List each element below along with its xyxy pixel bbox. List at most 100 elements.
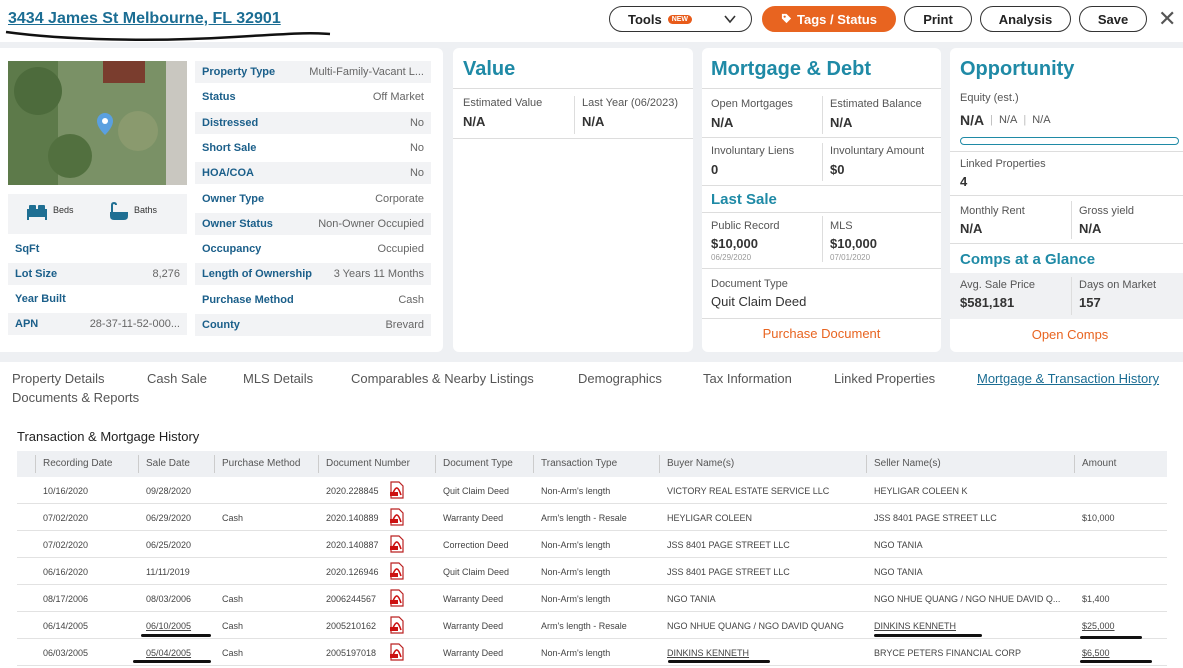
table-cell: 09/28/2020 — [146, 486, 192, 496]
estimated-value: N/A — [463, 114, 486, 129]
summary-row: Short Sale No — [195, 137, 431, 159]
table-cell: Arm's length - Resale — [541, 621, 627, 631]
pdf-icon[interactable] — [388, 589, 406, 607]
detail-tabs: Property Details Cash Sale MLS Details C… — [0, 362, 1183, 414]
pdf-icon[interactable] — [388, 481, 406, 499]
divider — [702, 88, 941, 89]
tab-tax-information[interactable]: Tax Information — [703, 371, 792, 386]
table-cell: NGO NHUE QUANG / NGO NHUE DAVID Q... — [874, 594, 1061, 604]
table-cell: Non-Arm's length — [541, 540, 611, 550]
column-header[interactable]: Buyer Name(s) — [667, 458, 734, 469]
underline-mark — [668, 660, 770, 663]
summary-value: Non-Owner Occupied — [318, 217, 424, 230]
divider — [453, 88, 693, 89]
print-button[interactable]: Print — [904, 6, 972, 32]
column-header[interactable]: Amount — [1082, 458, 1116, 469]
save-button[interactable]: Save — [1079, 6, 1147, 32]
monthly-rent-value: N/A — [960, 221, 983, 236]
divider — [574, 96, 575, 134]
summary-value: 28-37-11-52-000... — [89, 318, 180, 330]
separator: | — [990, 114, 993, 126]
table-cell: 08/17/2006 — [43, 594, 89, 604]
value-title: Value — [463, 58, 516, 80]
table-cell: Quit Claim Deed — [443, 486, 510, 496]
tab-linked-properties[interactable]: Linked Properties — [834, 371, 935, 386]
divider — [702, 212, 941, 213]
tab-property-details[interactable]: Property Details — [12, 371, 104, 386]
summary-key: Owner Status — [202, 217, 273, 230]
table-cell: Warranty Deed — [443, 594, 504, 604]
document-type-label: Document Type — [711, 278, 788, 290]
tab-mls-details[interactable]: MLS Details — [243, 371, 313, 386]
summary-row: Status Off Market — [195, 86, 431, 108]
table-row[interactable]: 07/02/2020 06/29/2020 Cash 2020.140889 Warra… — [17, 504, 1167, 531]
public-record-label: Public Record — [711, 220, 780, 232]
divider — [822, 96, 823, 134]
column-separator — [866, 455, 867, 473]
table-cell: 06/25/2020 — [146, 540, 192, 550]
beds-label: Beds — [53, 205, 74, 215]
column-header[interactable]: Document Number — [326, 458, 410, 469]
table-cell: DINKINS KENNETH — [874, 621, 957, 631]
table-cell: 2006244567 — [326, 594, 377, 604]
purchase-document-link[interactable]: Purchase Document — [702, 326, 941, 341]
pdf-icon[interactable] — [388, 616, 406, 634]
divider — [702, 185, 941, 186]
mls-date: 07/01/2020 — [830, 253, 871, 262]
property-summary-card: Beds Baths SqFt Lot Size 8,276 Year Built AP… — [0, 48, 443, 352]
table-cell: Non-Arm's length — [541, 648, 611, 658]
tab-mortgage-transaction-history[interactable]: Mortgage & Transaction History — [977, 371, 1159, 386]
table-cell: HEYLIGAR COLEEN K — [874, 486, 968, 496]
tab-cash-sale[interactable]: Cash Sale — [147, 371, 207, 386]
pdf-icon[interactable] — [388, 535, 406, 553]
table-row[interactable]: 06/16/2020 11/11/2019 2020.126946 Quit Clai… — [17, 558, 1167, 585]
table-cell: BRYCE PETERS FINANCIAL CORP — [874, 648, 1022, 658]
underline-mark — [141, 634, 211, 637]
equity-low: N/A — [998, 114, 1018, 126]
summary-row: Owner Status Non-Owner Occupied — [195, 212, 431, 235]
comps-title: Comps at a Glance — [960, 251, 1096, 268]
column-header[interactable]: Document Type — [443, 458, 513, 469]
close-icon[interactable]: ✕ — [1158, 8, 1176, 30]
summary-row: Property Type Multi-Family-Vacant L... — [195, 61, 431, 83]
table-cell: $25,000 — [1082, 621, 1115, 631]
table-cell: 11/11/2019 — [146, 567, 190, 577]
aerial-photo[interactable] — [8, 61, 187, 185]
table-cell: VICTORY REAL ESTATE SERVICE LLC — [667, 486, 830, 496]
open-comps-link[interactable]: Open Comps — [950, 327, 1183, 342]
table-cell: Arm's length - Resale — [541, 513, 627, 523]
tags-status-button[interactable]: Tags / Status — [762, 6, 896, 32]
summary-value: No — [409, 116, 424, 129]
underline-mark — [5, 30, 331, 41]
tab-demographics[interactable]: Demographics — [578, 371, 662, 386]
mortgage-title: Mortgage & Debt — [711, 58, 871, 80]
tab-comparables[interactable]: Comparables & Nearby Listings — [351, 371, 534, 386]
pdf-icon[interactable] — [388, 562, 406, 580]
analysis-button[interactable]: Analysis — [980, 6, 1071, 32]
column-header[interactable]: Seller Name(s) — [874, 458, 941, 469]
table-cell: Cash — [222, 621, 244, 631]
divider — [1071, 277, 1072, 315]
column-header[interactable]: Recording Date — [43, 458, 112, 469]
column-header[interactable]: Transaction Type — [541, 458, 617, 469]
summary-value: Off Market — [372, 91, 424, 104]
table-row[interactable]: 07/02/2020 06/25/2020 2020.140887 Correctio… — [17, 531, 1167, 558]
tools-dropdown[interactable]: Tools NEW — [609, 6, 752, 32]
tab-documents-reports[interactable]: Documents & Reports — [12, 390, 139, 405]
table-cell: Quit Claim Deed — [443, 567, 510, 577]
summary-row: SqFt — [8, 238, 187, 260]
table-row[interactable]: 08/17/2006 08/03/2006 Cash 2006244567 Warran… — [17, 585, 1167, 612]
summary-row: Length of Ownership 3 Years 11 Months — [195, 263, 431, 286]
column-separator — [35, 455, 36, 473]
column-header[interactable]: Purchase Method — [222, 458, 300, 469]
property-address[interactable]: 3434 James St Melbourne, FL 32901 — [8, 10, 281, 28]
open-mortgages-value: N/A — [711, 115, 734, 130]
column-header[interactable]: Sale Date — [146, 458, 190, 469]
involuntary-liens-value: 0 — [711, 162, 719, 177]
pdf-icon[interactable] — [388, 508, 406, 526]
monthly-rent-label: Monthly Rent — [960, 205, 1025, 217]
summary-row: Year Built — [8, 288, 187, 310]
pdf-icon[interactable] — [388, 643, 406, 661]
summary-value: Occupied — [377, 243, 424, 256]
table-row[interactable]: 10/16/2020 09/28/2020 2020.228845 Quit Clai… — [17, 477, 1167, 504]
